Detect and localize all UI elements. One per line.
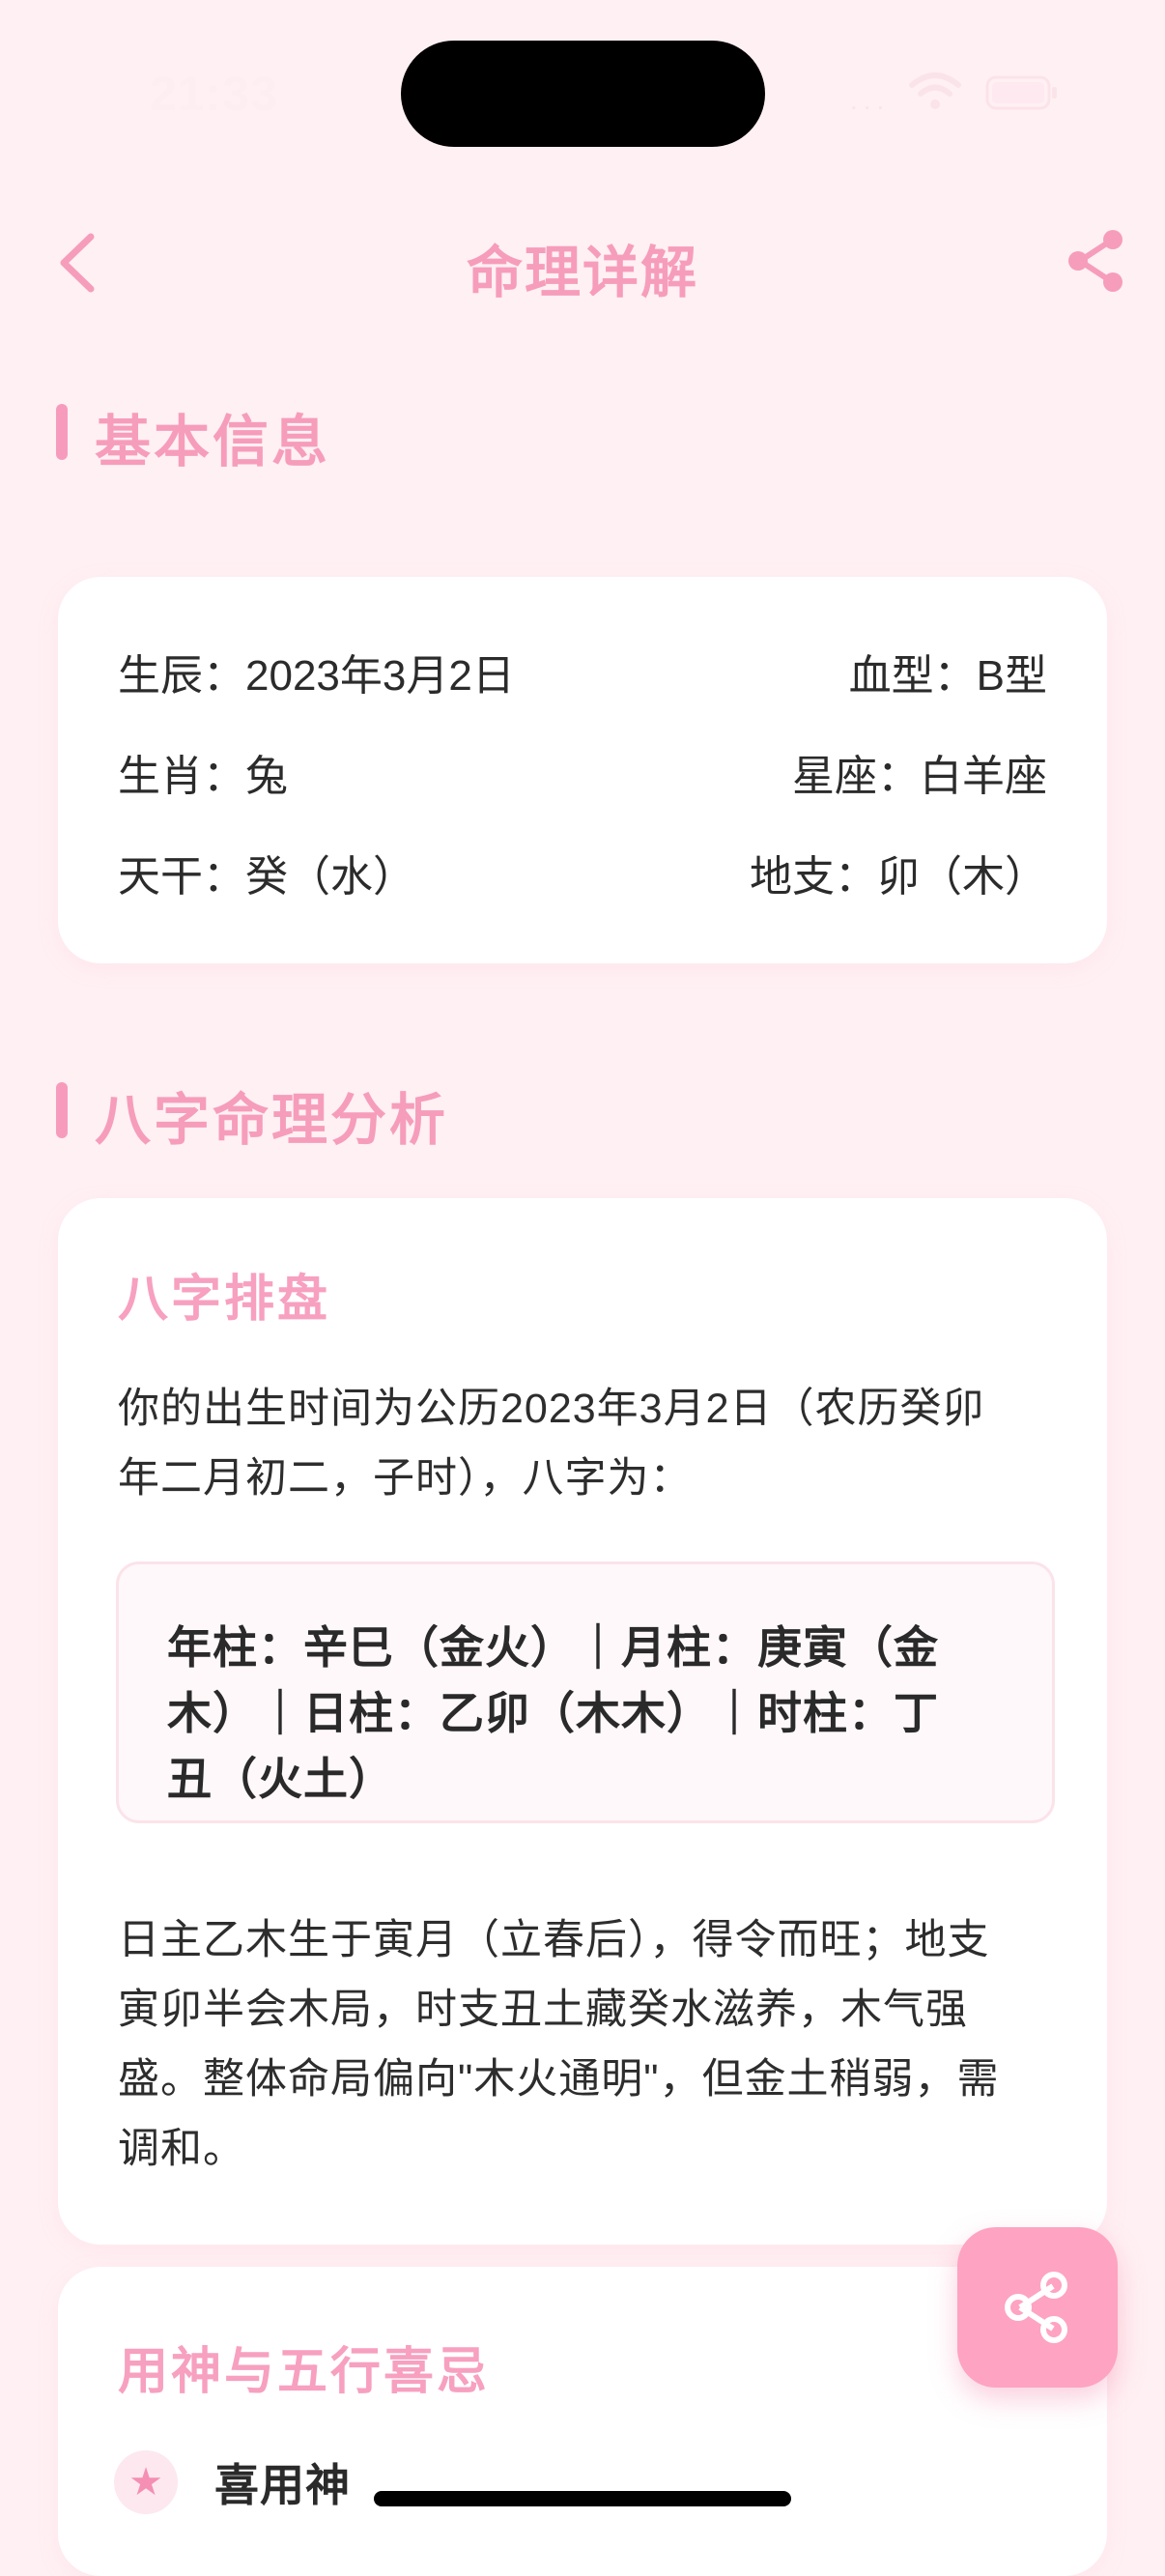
share-icon[interactable] [1063,227,1130,295]
pillar-box: 年柱：辛巳（金火）｜月柱：庚寅（金 木）｜日柱：乙卯（木木）｜时柱：丁 丑（火土… [116,1561,1055,1823]
status-time: 21:33 [150,67,278,121]
blood-type: 血型：B型 [848,652,1047,700]
text-line: 调和。 [118,2126,245,2172]
text-line: 丑（火土） [167,1754,394,1804]
xiyong-label: 喜用神 [214,2460,351,2510]
text-line: 你的出生时间为公历2023年3月2日（农历癸卯 [118,1386,985,1432]
text-line: 日主乙木生于寅月（立春后），得令而旺；地支 [118,1917,990,1963]
bazi-card: 八字排盘 你的出生时间为公历2023年3月2日（农历癸卯 年二月初二，子时），八… [58,1198,1107,2245]
section-accent-bar [56,404,68,460]
text-line: 寅卯半会木局，时支丑土藏癸水滋养，木气强 [118,1987,968,2033]
status-bar: 21:33 ... [0,0,1165,174]
home-indicator [374,2491,791,2506]
earthly-branch: 地支：卯（木） [750,853,1047,901]
zodiac-animal: 生肖：兔 [118,753,288,800]
bazi-analysis: 日主乙木生于寅月（立春后），得令而旺；地支 寅卯半会木局，时支丑土藏癸水滋养，木… [118,1905,1113,2184]
nav-bar: 命理详解 [0,208,1165,314]
signal-icon: ... [850,85,891,115]
battery-icon [985,75,1057,110]
card-title: 八字排盘 [118,1272,331,1328]
floating-share-button[interactable] [957,2227,1118,2388]
text-line: 盛。整体命局偏向"木火通明"，但金土稍弱，需 [118,2056,1000,2103]
text-line: 木）｜日柱：乙卯（木木）｜时柱：丁 [167,1688,939,1738]
section-accent-bar [56,1082,68,1138]
birth-date: 生辰：2023年3月2日 [118,652,515,700]
section-title: 八字命理分析 [95,1089,449,1152]
section-title: 基本信息 [95,411,331,473]
wifi-icon [909,72,961,109]
text-line: 年柱：辛巳（金火）｜月柱：庚寅（金 [167,1622,939,1673]
heavenly-stem: 天干：癸（水） [118,853,415,901]
info-row: 生肖：兔 星座：白羊座 [118,741,1047,800]
star-icon: ★ [114,2450,178,2514]
info-row: 生辰：2023年3月2日 血型：B型 [118,641,1047,700]
dynamic-island [401,41,765,147]
star-sign: 星座：白羊座 [792,753,1047,800]
share-icon [1005,2272,1067,2343]
card-title: 用神与五行喜忌 [118,2344,491,2400]
section-heading-bazi: 八字命理分析 [56,1074,539,1152]
bazi-intro: 你的出生时间为公历2023年3月2日（农历癸卯 年二月初二，子时），八字为： [118,1374,1113,1513]
info-row: 天干：癸（水） 地支：卯（木） [118,842,1047,901]
page-title: 命理详解 [466,242,698,304]
basic-info-card: 生辰：2023年3月2日 血型：B型 生肖：兔 星座：白羊座 天干：癸（水） 地… [58,577,1107,963]
yongshen-card: 用神与五行喜忌 ★ 喜用神 [58,2267,1107,2576]
pillar-text: 年柱：辛巳（金火）｜月柱：庚寅（金 木）｜日柱：乙卯（木木）｜时柱：丁 丑（火土… [167,1615,1008,1812]
section-heading-basic-info: 基本信息 [56,396,442,473]
text-line: 年二月初二，子时），八字为： [118,1455,693,1502]
